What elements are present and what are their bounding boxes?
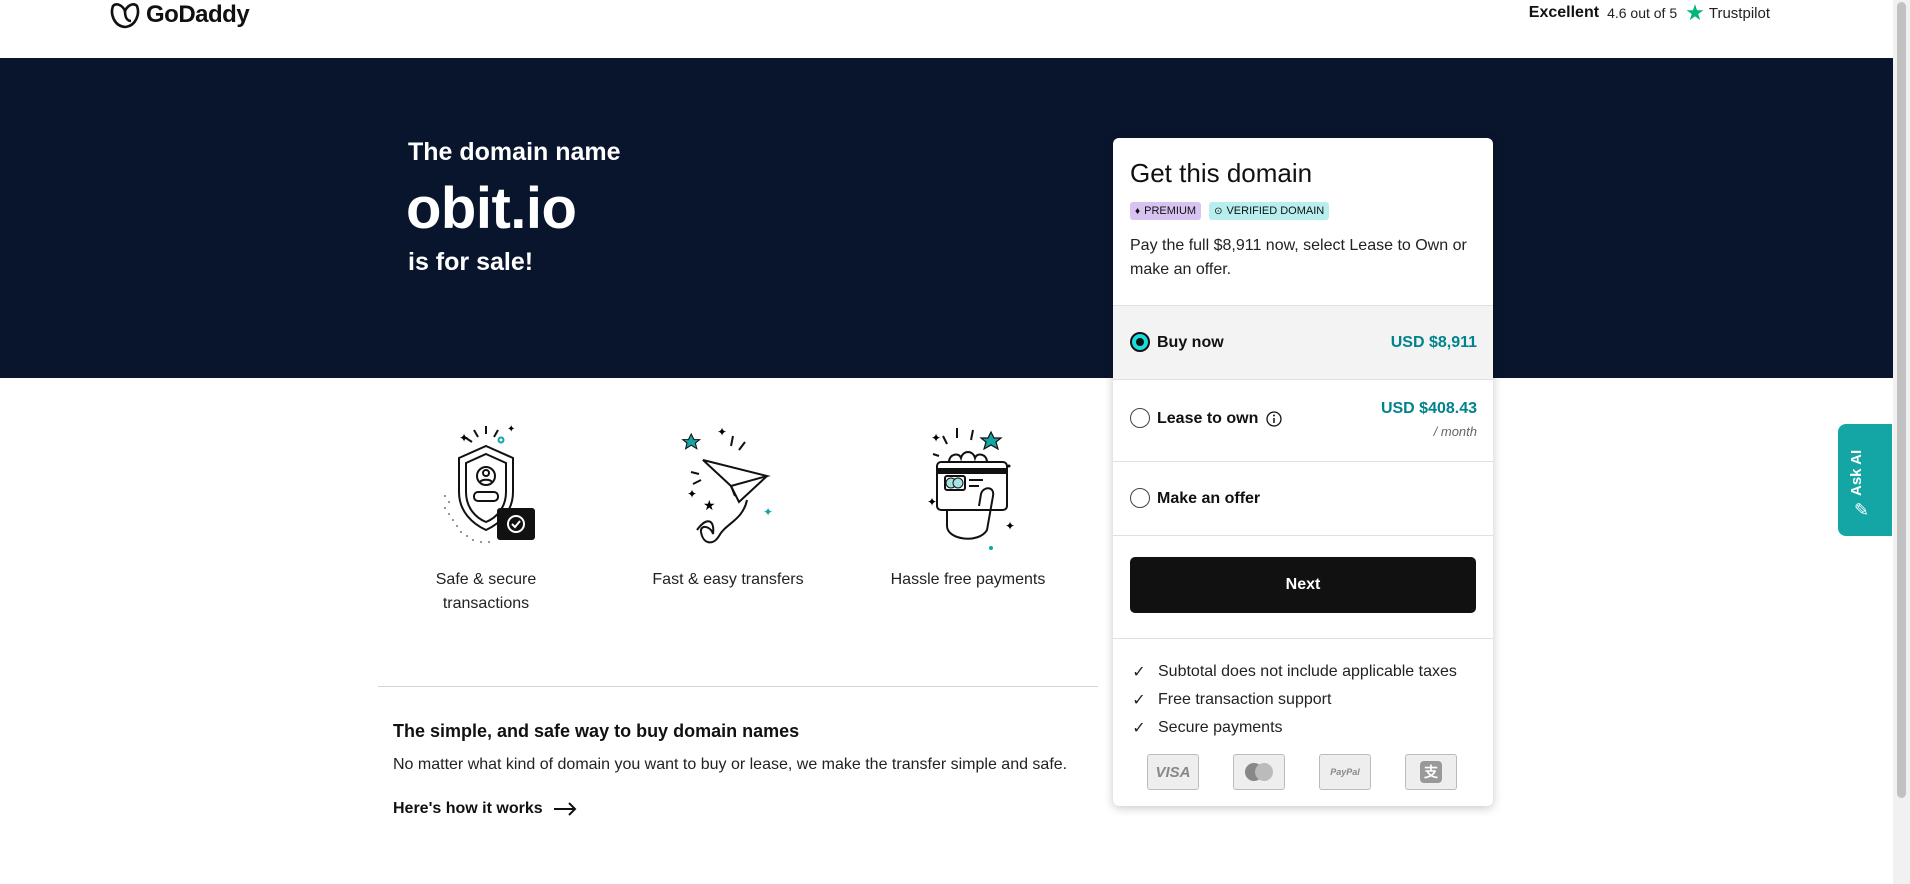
verified-badge: ⊙ VERIFIED DOMAIN	[1209, 202, 1330, 220]
lease-to-own-price: USD $408.43	[1380, 400, 1477, 417]
domain-badges: ♦ PREMIUM ⊙ VERIFIED DOMAIN	[1130, 202, 1330, 220]
svg-text:✦: ✦	[717, 425, 727, 439]
feature-hassle-free: ✦ ✦ ✦ Hassle free payments	[888, 420, 1048, 592]
feature-label: Fast & easy transfers	[652, 571, 804, 588]
feature-safe-secure: ✦ ✦ Safe & secure transactions	[418, 420, 554, 616]
page-scrollbar[interactable]	[1893, 0, 1910, 884]
benefits-list: ✓ Subtotal does not include applicable t…	[1130, 658, 1457, 742]
bullets-divider	[1113, 638, 1493, 639]
verified-badge-label: VERIFIED DOMAIN	[1226, 205, 1325, 217]
benefit-label: Free transaction support	[1158, 691, 1332, 708]
lease-to-own-period: / month	[1433, 424, 1477, 439]
hero-banner: The domain name obit.io is for sale!	[0, 58, 1893, 378]
logo-wordmark: GoDaddy	[146, 1, 250, 28]
magic-wand-icon: ✎	[1854, 500, 1870, 520]
panel-title: Get this domain	[1130, 158, 1313, 188]
benefit-item: ✓ Secure payments	[1130, 714, 1457, 742]
lease-to-own-radio[interactable]	[1130, 408, 1150, 428]
shield-icon: ✦✦	[444, 424, 535, 543]
premium-badge-label: PREMIUM	[1144, 205, 1197, 217]
section-divider	[378, 686, 1098, 687]
domain-name: obit.io	[406, 176, 577, 241]
check-icon: ✓	[1132, 664, 1146, 681]
trust-score: 4.6 out of 5	[1607, 5, 1678, 21]
trustpilot-brand: Trustpilot	[1708, 4, 1770, 22]
paper-plane-icon: ✦ ✦ ✦ ★	[681, 425, 773, 544]
benefit-item: ✓ Free transaction support	[1130, 686, 1457, 714]
top-header: GoDaddy Excellent 4.6 out of 5 ★ Trustpi…	[0, 0, 1893, 58]
option-divider	[1113, 535, 1493, 536]
make-offer-radio[interactable]	[1130, 488, 1150, 508]
svg-text:✦: ✦	[687, 487, 697, 501]
svg-text:✦: ✦	[459, 431, 469, 445]
benefit-label: Subtotal does not include applicable tax…	[1158, 663, 1457, 680]
payment-methods: VISA PayPal 支	[1147, 754, 1457, 790]
how-it-works-link[interactable]: Here's how it works	[393, 800, 577, 818]
svg-text:✦: ✦	[1005, 519, 1015, 533]
check-circle-icon: ⊙	[1214, 205, 1223, 217]
info-title: The simple, and safe way to buy domain n…	[393, 721, 800, 741]
svg-text:✦: ✦	[927, 495, 937, 509]
ask-ai-label: Ask AI	[1848, 449, 1865, 496]
card-hand-icon: ✦ ✦ ✦	[927, 428, 1015, 550]
svg-text:支: 支	[1423, 764, 1439, 780]
buy-now-price: USD $8,911	[1390, 334, 1477, 351]
option-lease-to-own[interactable]: Lease to own USD $408.43 / month	[1113, 379, 1493, 461]
trustpilot-star-icon: ★	[1685, 0, 1705, 25]
info-icon[interactable]	[1266, 411, 1283, 427]
benefit-item: ✓ Subtotal does not include applicable t…	[1130, 658, 1457, 686]
trust-label: Excellent	[1528, 4, 1600, 21]
check-icon: ✓	[1132, 692, 1146, 709]
svg-text:✦: ✦	[763, 505, 773, 519]
make-offer-label: Make an offer	[1157, 490, 1261, 507]
ask-ai-button[interactable]: Ask AI ✎	[1838, 424, 1892, 536]
buy-now-label: Buy now	[1157, 334, 1224, 351]
how-it-works-label: Here's how it works	[393, 800, 543, 817]
check-icon: ✓	[1132, 720, 1146, 737]
mastercard-icon	[1233, 754, 1285, 790]
benefit-label: Secure payments	[1158, 719, 1283, 736]
buy-now-radio[interactable]	[1130, 332, 1150, 352]
feature-label: Hassle free payments	[890, 571, 1046, 588]
lease-to-own-label-wrap: Lease to own	[1157, 410, 1283, 428]
godaddy-logo[interactable]: GoDaddy	[108, 0, 250, 30]
lease-to-own-label: Lease to own	[1157, 410, 1259, 427]
svg-text:★: ★	[703, 497, 716, 513]
premium-badge: ♦ PREMIUM	[1130, 202, 1202, 220]
paypal-icon: PayPal	[1319, 754, 1371, 790]
hero-intro: The domain name	[408, 138, 621, 166]
purchase-panel: Get this domain ♦ PREMIUM ⊙ VERIFIED DOM…	[1113, 138, 1493, 806]
arrow-right-icon	[553, 802, 577, 816]
option-buy-now[interactable]: Buy now USD $8,911	[1113, 305, 1493, 379]
feature-label: Safe & secure transactions	[435, 571, 537, 612]
feature-fast-transfers: ✦ ✦ ✦ ★ Fast & easy transfers	[648, 420, 808, 592]
diamond-icon: ♦	[1135, 205, 1141, 217]
godaddy-logo-icon	[110, 3, 140, 29]
svg-text:✦: ✦	[931, 431, 941, 445]
option-make-offer[interactable]: Make an offer	[1113, 461, 1493, 535]
next-button[interactable]: Next	[1130, 557, 1476, 613]
info-text: No matter what kind of domain you want t…	[393, 756, 1068, 773]
svg-text:✦: ✦	[507, 424, 515, 435]
hero-sale-text: is for sale!	[408, 248, 534, 276]
scrollbar-thumb[interactable]	[1897, 2, 1906, 798]
visa-icon: VISA	[1147, 754, 1199, 790]
trustpilot-rating[interactable]: Excellent 4.6 out of 5 ★ Trustpilot	[1529, 2, 1770, 24]
panel-description: Pay the full $8,911 now, select Lease to…	[1130, 237, 1467, 278]
alipay-icon: 支	[1405, 754, 1457, 790]
